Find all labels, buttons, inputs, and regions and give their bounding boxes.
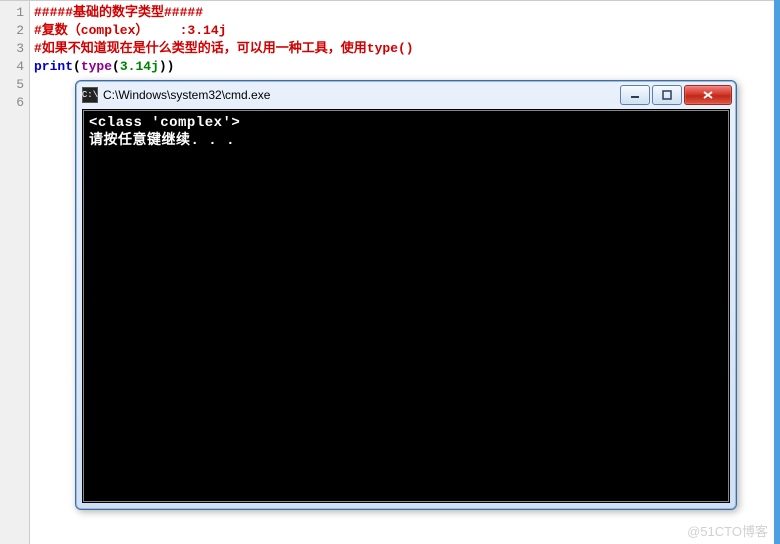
cmd-window: C:\ C:\Windows\system32\cmd.exe <class '… bbox=[75, 80, 737, 510]
output-line: 请按任意键继续. . . bbox=[89, 132, 723, 150]
code-line-2: #复数（complex） :3.14j bbox=[34, 22, 780, 40]
cmd-title: C:\Windows\system32\cmd.exe bbox=[103, 88, 618, 102]
close-button[interactable] bbox=[684, 85, 732, 105]
line-number: 4 bbox=[0, 58, 24, 76]
line-number: 1 bbox=[0, 4, 24, 22]
code-line-1: #####基础的数字类型##### bbox=[34, 4, 780, 22]
line-number: 6 bbox=[0, 94, 24, 112]
line-number: 2 bbox=[0, 22, 24, 40]
scrollbar-edge bbox=[774, 0, 780, 544]
maximize-icon bbox=[662, 90, 672, 100]
line-number-gutter: 1 2 3 4 5 6 bbox=[0, 1, 30, 544]
watermark: @51CTO博客 bbox=[687, 521, 768, 540]
cmd-output[interactable]: <class 'complex'> 请按任意键继续. . . bbox=[82, 109, 730, 503]
line-number: 3 bbox=[0, 40, 24, 58]
output-line: <class 'complex'> bbox=[89, 114, 723, 132]
line-number: 5 bbox=[0, 76, 24, 94]
minimize-icon bbox=[630, 90, 640, 100]
close-icon bbox=[702, 90, 714, 100]
cmd-titlebar[interactable]: C:\ C:\Windows\system32\cmd.exe bbox=[76, 81, 736, 109]
minimize-button[interactable] bbox=[620, 85, 650, 105]
code-line-3: #如果不知道现在是什么类型的话，可以用一种工具，使用type() bbox=[34, 40, 780, 58]
maximize-button[interactable] bbox=[652, 85, 682, 105]
code-line-4: print(type(3.14j)) bbox=[34, 58, 780, 76]
window-buttons bbox=[618, 85, 732, 105]
cmd-icon: C:\ bbox=[82, 87, 98, 103]
